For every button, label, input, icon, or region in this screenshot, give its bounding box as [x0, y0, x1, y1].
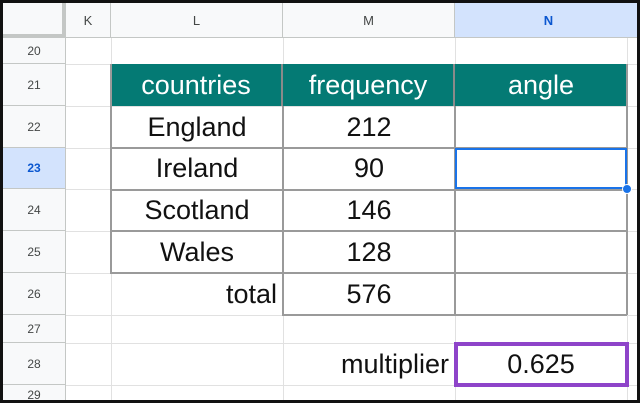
cell-angle-england[interactable]: [455, 106, 627, 148]
multiplier-highlight-box: [454, 342, 629, 387]
header-countries[interactable]: countries: [111, 64, 283, 106]
cell-country-england[interactable]: England: [111, 106, 283, 148]
header-angle[interactable]: angle: [455, 64, 627, 106]
row-header-28[interactable]: 28: [3, 343, 66, 385]
row-header-20[interactable]: 20: [3, 38, 66, 64]
multiplier-label[interactable]: multiplier: [283, 343, 455, 385]
cell-frequency-scotland[interactable]: 146: [283, 189, 455, 231]
cell-country-wales[interactable]: Wales: [111, 231, 283, 273]
row-header-24[interactable]: 24: [3, 189, 66, 231]
cell-country-ireland[interactable]: Ireland: [111, 148, 283, 189]
cell-angle-scotland[interactable]: [455, 189, 627, 231]
row-header-25[interactable]: 25: [3, 231, 66, 273]
spreadsheet-frame: K L M N 20 21 22 23 24 25 26 27 28 29 co…: [0, 0, 640, 403]
fill-handle[interactable]: [622, 184, 632, 194]
column-header-n[interactable]: N: [455, 3, 637, 38]
row-header-22[interactable]: 22: [3, 106, 66, 148]
column-header-l[interactable]: L: [111, 3, 283, 38]
cell-angle-wales[interactable]: [455, 231, 627, 273]
row-header-26[interactable]: 26: [3, 273, 66, 315]
select-all-corner[interactable]: [3, 3, 66, 38]
cell-frequency-wales[interactable]: 128: [283, 231, 455, 273]
cell-frequency-ireland[interactable]: 90: [283, 148, 455, 189]
active-cell-selection[interactable]: [455, 148, 627, 189]
total-label[interactable]: total: [111, 273, 283, 315]
cell-frequency-england[interactable]: 212: [283, 106, 455, 148]
column-header-k[interactable]: K: [66, 3, 111, 38]
cell-country-scotland[interactable]: Scotland: [111, 189, 283, 231]
header-frequency[interactable]: frequency: [283, 64, 455, 106]
column-header-m[interactable]: M: [283, 3, 455, 38]
row-header-27[interactable]: 27: [3, 315, 66, 343]
row-header-21[interactable]: 21: [3, 64, 66, 106]
total-value[interactable]: 576: [283, 273, 455, 315]
row-header-23[interactable]: 23: [3, 148, 66, 189]
row-header-29[interactable]: 29: [3, 385, 66, 400]
